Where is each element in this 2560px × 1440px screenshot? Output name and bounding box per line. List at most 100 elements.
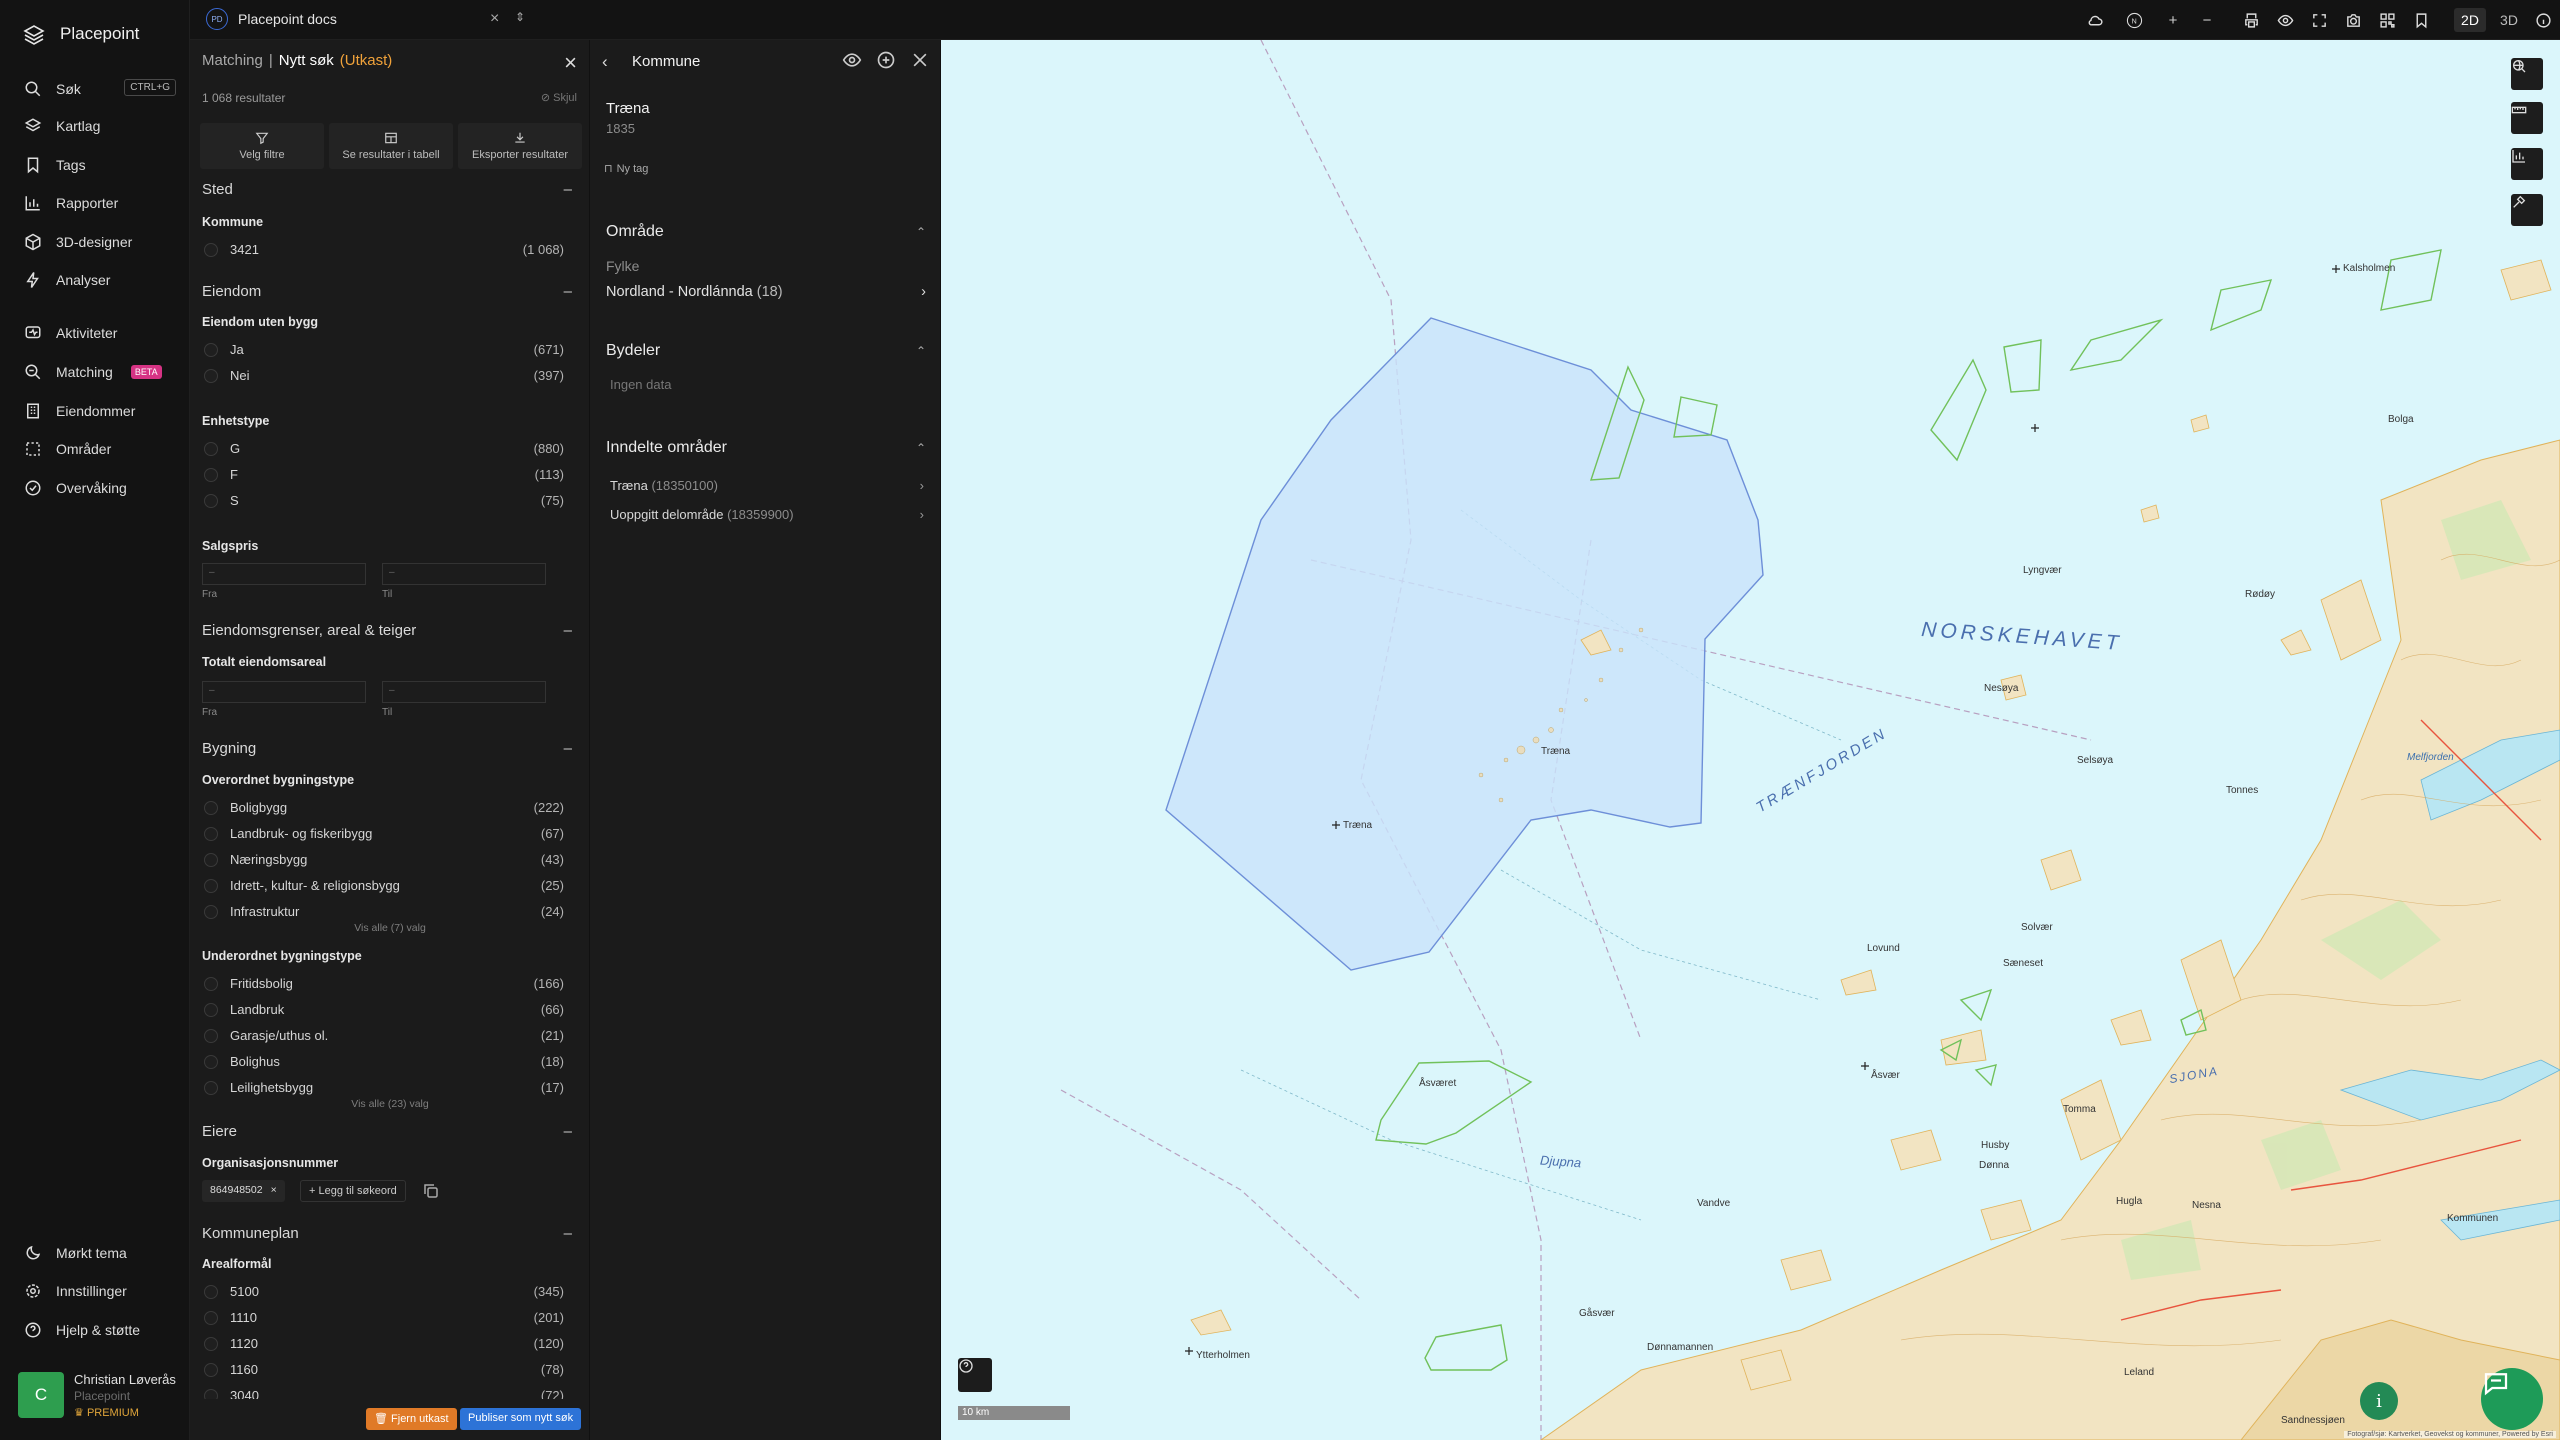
filter-option[interactable]: 5100 (345) — [202, 1283, 564, 1301]
area-to-input[interactable]: – — [382, 681, 546, 703]
area-row[interactable]: Uoppgitt delområde (18359900) › — [610, 507, 924, 522]
nav-item-3d-designer[interactable]: 3D-designer — [24, 229, 174, 255]
info-button[interactable] — [2526, 0, 2560, 40]
section-omrade[interactable]: Område ⌃ — [606, 223, 926, 241]
filter-option[interactable]: 1120 (120) — [202, 1335, 564, 1353]
table-view-button[interactable]: Se resultater i tabell — [329, 123, 453, 169]
zoom-out-button[interactable]: − — [2190, 0, 2224, 40]
map-tools-button[interactable] — [2511, 194, 2543, 226]
delete-draft-button[interactable]: 🗑 Fjern utkast — [366, 1408, 457, 1430]
area-from-input[interactable]: – — [202, 681, 366, 703]
nav-item-areas[interactable]: Områder — [24, 436, 174, 462]
collapse-icon[interactable]: – — [564, 622, 572, 639]
filter-option[interactable]: Idrett-, kultur- & religionsbygg (25) — [202, 877, 564, 895]
price-from-input[interactable]: – — [202, 563, 366, 585]
filter-option[interactable]: Ja (671) — [202, 341, 564, 359]
checkbox[interactable] — [204, 343, 218, 357]
filter-option[interactable]: 3421 (1 068) — [202, 241, 564, 259]
nav-item-monitoring[interactable]: Overvåking — [24, 475, 174, 501]
nav-item-dark-theme[interactable]: Mørkt tema — [24, 1240, 174, 1266]
filter-option[interactable]: S (75) — [202, 492, 564, 510]
print-button[interactable] — [2234, 0, 2268, 40]
nav-item-reports[interactable]: Rapporter — [24, 190, 174, 216]
checkbox[interactable] — [204, 1389, 218, 1399]
compass-button[interactable]: N — [2112, 0, 2156, 40]
nav-item-tags[interactable]: Tags — [24, 152, 174, 178]
publish-button[interactable]: Publiser som nytt søk — [460, 1408, 582, 1430]
info-fab[interactable]: i — [2360, 1382, 2398, 1420]
show-all-link[interactable]: Vis alle (7) valg — [190, 922, 590, 934]
collapse-icon[interactable]: – — [564, 283, 572, 300]
checkbox[interactable] — [204, 1363, 218, 1377]
chevron-up-icon[interactable]: ⌃ — [916, 441, 926, 455]
back-button[interactable]: ‹ — [602, 52, 608, 72]
checkbox[interactable] — [204, 468, 218, 482]
nav-item-properties[interactable]: Eiendommer — [24, 398, 174, 424]
keyword-chip[interactable]: 864948502 × — [202, 1180, 285, 1202]
section-bydeler[interactable]: Bydeler ⌃ — [606, 342, 926, 360]
nav-item-help[interactable]: Hjelp & støtte — [24, 1317, 174, 1343]
screenshot-button[interactable] — [2336, 0, 2370, 40]
close-icon[interactable] — [910, 50, 930, 70]
remove-chip-icon[interactable]: × — [271, 1184, 277, 1198]
section-grenser[interactable]: Eiendomsgrenser, areal & teiger – — [202, 622, 580, 639]
filter-option[interactable]: Landbruk- og fiskeribygg (67) — [202, 825, 564, 843]
filter-option[interactable]: Næringsbygg (43) — [202, 851, 564, 869]
map-measure-button[interactable] — [2511, 102, 2543, 134]
add-circle-icon[interactable] — [876, 50, 896, 70]
map-layer-button[interactable] — [2511, 58, 2543, 90]
checkbox[interactable] — [204, 905, 218, 919]
choose-filters-button[interactable]: Velg filtre — [200, 123, 324, 169]
map-help-button[interactable] — [958, 1358, 992, 1392]
chat-button[interactable] — [2481, 1368, 2543, 1430]
price-to-input[interactable]: – — [382, 563, 546, 585]
checkbox[interactable] — [204, 1003, 218, 1017]
checkbox[interactable] — [204, 879, 218, 893]
eye-icon[interactable] — [842, 50, 862, 70]
checkbox[interactable] — [204, 827, 218, 841]
filter-option[interactable]: Infrastruktur (24) — [202, 903, 564, 921]
filter-option[interactable]: F (113) — [202, 466, 564, 484]
mode-2d-button[interactable]: 2D — [2448, 0, 2492, 40]
section-eiere[interactable]: Eiere – — [202, 1123, 580, 1140]
filter-option[interactable]: Landbruk (66) — [202, 1001, 564, 1019]
user-profile[interactable]: C Christian Løverås Placepoint ♛ PREMIUM — [18, 1372, 176, 1419]
checkbox[interactable] — [204, 1337, 218, 1351]
section-eiendom[interactable]: Eiendom – — [202, 283, 580, 300]
checkbox[interactable] — [204, 977, 218, 991]
filter-option[interactable]: Boligbygg (222) — [202, 799, 564, 817]
chevron-up-icon[interactable]: ⌃ — [916, 225, 926, 239]
section-sted[interactable]: Sted – — [202, 181, 580, 198]
checkbox[interactable] — [204, 1285, 218, 1299]
nav-item-search[interactable]: Søk CTRL+G — [24, 76, 176, 102]
section-bygning[interactable]: Bygning – — [202, 740, 580, 757]
export-button[interactable]: Eksporter resultater — [458, 123, 582, 169]
copy-icon[interactable] — [422, 1182, 440, 1200]
qr-button[interactable] — [2370, 0, 2404, 40]
collapse-icon[interactable]: – — [564, 740, 572, 757]
nav-item-layers[interactable]: Kartlag — [24, 113, 174, 139]
show-all-link[interactable]: Vis alle (23) valg — [190, 1098, 590, 1110]
visibility-button[interactable] — [2268, 0, 2302, 40]
zoom-in-button[interactable]: + — [2156, 0, 2190, 40]
filter-option[interactable]: 3040 (72) — [202, 1387, 564, 1399]
checkbox[interactable] — [204, 801, 218, 815]
checkbox[interactable] — [204, 369, 218, 383]
nav-item-activities[interactable]: Aktiviteter — [24, 320, 174, 346]
checkbox[interactable] — [204, 494, 218, 508]
brand[interactable]: Placepoint — [22, 22, 139, 46]
close-panel-button[interactable]: × — [564, 50, 577, 76]
hide-button[interactable]: ⊘ Skjul — [541, 91, 577, 104]
section-inndelte[interactable]: Inndelte områder ⌃ — [606, 439, 926, 457]
bookmark-button[interactable] — [2404, 0, 2438, 40]
collapse-icon[interactable]: – — [564, 1225, 572, 1242]
filter-option[interactable]: Nei (397) — [202, 367, 564, 385]
sort-icon[interactable]: ⇕ — [515, 10, 525, 24]
weather-layer-button[interactable] — [2078, 0, 2112, 40]
nav-item-settings[interactable]: Innstillinger — [24, 1278, 174, 1304]
nav-item-matching[interactable]: Matching BETA — [24, 359, 174, 385]
fylke-row[interactable]: Nordland - Nordlánnda (18) › — [606, 284, 926, 300]
filter-option[interactable]: Garasje/uthus ol. (21) — [202, 1027, 564, 1045]
checkbox[interactable] — [204, 1029, 218, 1043]
new-tag-button[interactable]: ⊓ Ny tag — [604, 162, 648, 176]
